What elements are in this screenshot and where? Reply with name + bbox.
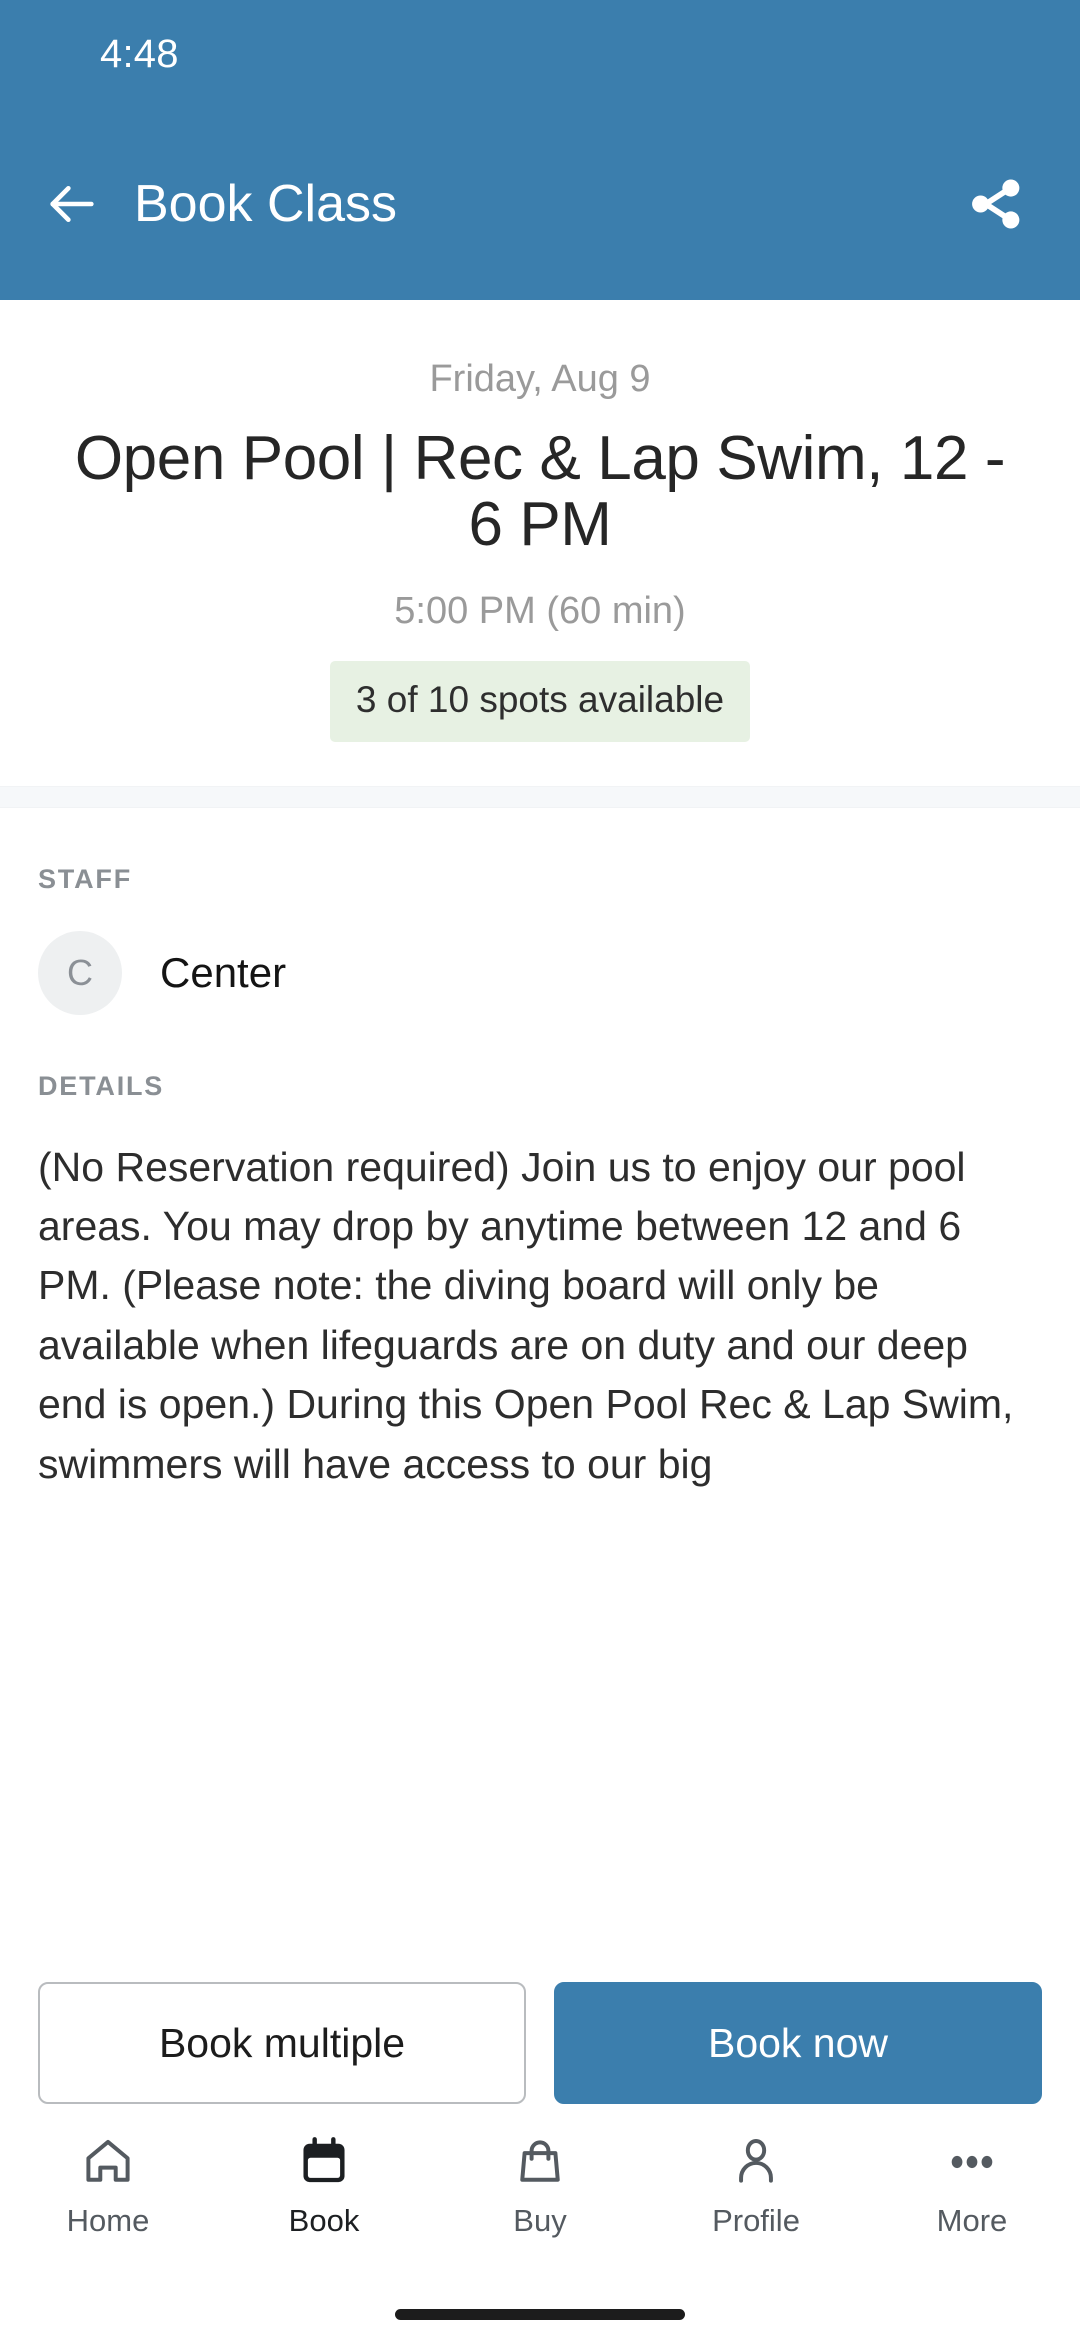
book-multiple-button[interactable]: Book multiple — [38, 1982, 526, 2104]
class-time-duration: 5:00 PM (60 min) — [394, 590, 686, 633]
staff-section-label: STAFF — [38, 863, 132, 894]
calendar-icon — [303, 2137, 345, 2183]
nav-item-book[interactable]: Book — [216, 2131, 432, 2236]
nav-item-more[interactable]: More — [864, 2131, 1080, 2236]
shopping-bag-icon — [520, 2140, 560, 2182]
person-icon-wrap — [728, 2131, 784, 2193]
section-divider — [0, 785, 1080, 808]
availability-badge-container: 3 of 10 spots available — [60, 661, 1020, 742]
home-icon — [86, 2139, 130, 2182]
nav-label-home: Home — [66, 2203, 150, 2238]
details-description: (No Reservation required) Join us to enj… — [38, 1143, 1014, 1487]
book-now-button[interactable]: Book now — [554, 1982, 1042, 2104]
back-button[interactable] — [36, 168, 108, 240]
app-bar: Book Class — [0, 108, 1080, 300]
more-horizontal-icon-wrap — [944, 2131, 1000, 2193]
app-screen: 4:48 Book Class Friday, Aug 9 Open Pool … — [0, 0, 1080, 2340]
nav-item-profile[interactable]: Profile — [648, 2131, 864, 2236]
share-icon — [972, 179, 1020, 229]
scroll-content[interactable]: Friday, Aug 9 Open Pool | Rec & Lap Swim… — [0, 300, 1080, 1946]
share-button[interactable] — [958, 166, 1034, 242]
avatar: C — [38, 930, 122, 1015]
nav-label-more: More — [936, 2203, 1008, 2238]
avatar-initial: C — [67, 951, 93, 993]
home-icon-wrap — [80, 2131, 136, 2193]
class-summary: Friday, Aug 9 Open Pool | Rec & Lap Swim… — [0, 300, 1080, 786]
status-bar-clock: 4:48 — [100, 32, 179, 76]
staff-row[interactable]: C Center — [38, 930, 1042, 1015]
nav-label-book: Book — [288, 2203, 360, 2238]
class-date: Friday, Aug 9 — [429, 358, 651, 400]
staff-section: STAFF C Center — [0, 808, 1080, 1015]
gesture-bar[interactable] — [395, 2308, 685, 2320]
shopping-bag-icon-wrap — [512, 2131, 568, 2193]
details-section-label: DETAILS — [38, 1070, 165, 1101]
nav-item-home[interactable]: Home — [0, 2131, 216, 2236]
nav-item-buy[interactable]: Buy — [432, 2131, 648, 2236]
page-title: Book Class — [134, 175, 397, 233]
person-icon — [739, 2139, 773, 2183]
nav-label-buy: Buy — [513, 2203, 567, 2238]
details-section: DETAILS (No Reservation required) Join u… — [0, 1015, 1080, 1495]
bottom-navigation: Home Book Buy Profile More — [0, 2104, 1080, 2288]
staff-name: Center — [160, 948, 287, 996]
gesture-bar-area — [0, 2288, 1080, 2340]
nav-label-profile: Profile — [712, 2203, 800, 2238]
availability-badge: 3 of 10 spots available — [329, 661, 751, 742]
status-bar: 4:48 — [0, 0, 1080, 108]
more-horizontal-icon — [951, 2155, 993, 2169]
class-title: Open Pool | Rec & Lap Swim, 12 - 6 PM — [74, 423, 1006, 560]
action-bar: Book multiple Book now — [0, 1946, 1080, 2104]
calendar-icon-wrap — [296, 2131, 352, 2193]
arrow-left-icon — [50, 185, 94, 223]
